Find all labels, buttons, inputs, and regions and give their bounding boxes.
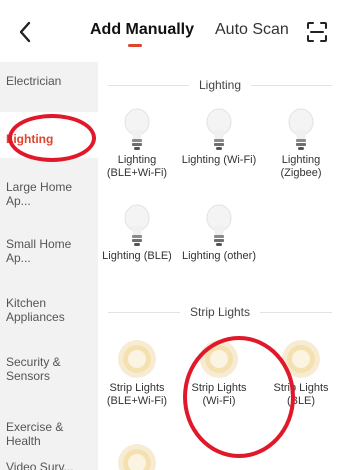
active-tab-indicator [128, 44, 142, 47]
device-label: Lighting (other) [182, 250, 256, 262]
light-bulb-icon [122, 204, 152, 248]
device-label: Lighting (Zigbee) [280, 154, 322, 179]
device-grid: Lighting Lighting (BLE+Wi-Fi) Lighting (… [98, 62, 342, 470]
device-lighting-wifi[interactable]: Lighting (Wi-Fi) [180, 108, 258, 167]
device-label: Lighting (BLE+Wi-Fi) [106, 154, 168, 179]
device-strip-lights-more[interactable] [98, 442, 176, 470]
section-header-strip-lights: Strip Lights [98, 302, 342, 322]
sidebar-item-electrician[interactable]: Electrician [0, 74, 98, 94]
sidebar-item-large-home-appliances[interactable]: Large Home Ap... [0, 180, 80, 208]
tab-add-manually[interactable]: Add Manually [90, 21, 194, 39]
device-label: Lighting (BLE) [102, 250, 172, 262]
strip-light-icon [198, 338, 240, 380]
device-lighting-ble[interactable]: Lighting (BLE) [98, 204, 176, 263]
strip-light-icon [116, 338, 158, 380]
tab-auto-scan[interactable]: Auto Scan [215, 21, 289, 39]
section-header-lighting: Lighting [98, 75, 342, 95]
device-label: Lighting (Wi-Fi) [181, 154, 257, 166]
device-strip-lights-ble-wifi[interactable]: Strip Lights (BLE+Wi-Fi) [98, 338, 176, 408]
header-bar: Add Manually Auto Scan [0, 0, 342, 62]
sidebar-item-video-surveillance[interactable]: Video Surv... [0, 460, 80, 470]
back-button[interactable] [12, 18, 38, 46]
sidebar-item-exercise-health[interactable]: Exercise & Health [0, 420, 80, 448]
light-bulb-icon [204, 108, 234, 152]
sidebar-item-small-home-appliances[interactable]: Small Home Ap... [0, 237, 80, 265]
device-label: Strip Lights (BLE) [273, 382, 329, 407]
sidebar-item-lighting[interactable]: Lighting [0, 112, 98, 158]
scan-button[interactable] [305, 20, 329, 44]
sidebar-item-security-sensors[interactable]: Security & Sensors [0, 355, 80, 383]
device-lighting-ble-wifi[interactable]: Lighting (BLE+Wi-Fi) [98, 108, 176, 180]
device-lighting-other[interactable]: Lighting (other) [180, 204, 258, 263]
strip-light-icon [116, 442, 158, 470]
strip-light-icon [280, 338, 322, 380]
device-lighting-zigbee[interactable]: Lighting (Zigbee) [262, 108, 340, 180]
sidebar-item-label: Lighting [6, 132, 54, 146]
device-strip-lights-wifi[interactable]: Strip Lights (Wi-Fi) [180, 338, 258, 408]
device-label: Strip Lights (BLE+Wi-Fi) [106, 382, 168, 407]
scan-frame-icon [307, 22, 327, 42]
chevron-left-icon [19, 21, 31, 43]
section-title: Lighting [198, 78, 242, 92]
section-title: Strip Lights [189, 305, 251, 319]
device-strip-lights-ble[interactable]: Strip Lights (BLE) [262, 338, 340, 408]
light-bulb-icon [122, 108, 152, 152]
light-bulb-icon [204, 204, 234, 248]
device-label: Strip Lights (Wi-Fi) [191, 382, 247, 407]
light-bulb-icon [286, 108, 316, 152]
sidebar-item-kitchen-appliances[interactable]: Kitchen Appliances [0, 296, 80, 324]
category-sidebar: Electrician Lighting Large Home Ap... Sm… [0, 62, 98, 470]
